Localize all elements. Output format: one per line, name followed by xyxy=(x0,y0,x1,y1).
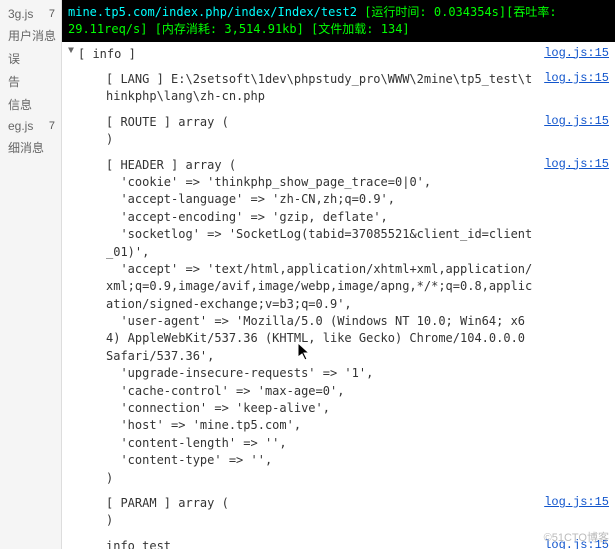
sidebar: 3g.js 7 用户消息 误 告 信息 eg.js 7 细消息 xyxy=(0,0,62,549)
source-link[interactable]: log.js:15 xyxy=(544,69,609,85)
log-entry: info test log.js:15 xyxy=(62,534,615,549)
group-label: [ info ] xyxy=(78,44,536,65)
group-info[interactable]: ▼ [ info ] log.js:15 xyxy=(62,42,615,67)
sidebar-item[interactable]: 误 xyxy=(0,47,61,70)
sidebar-item[interactable]: 细消息 xyxy=(0,136,61,159)
trace-header: mine.tp5.com/index.php/index/Index/test2… xyxy=(62,0,615,42)
sidebar-item[interactable]: 信息 xyxy=(0,93,61,116)
log-entry: [ PARAM ] array ( ) log.js:15 xyxy=(62,491,615,534)
trace-url: mine.tp5.com/index.php/index/Index/test2 xyxy=(68,5,357,19)
log-text: [ PARAM ] array ( ) xyxy=(78,493,536,532)
sidebar-item-label: 告 xyxy=(8,73,20,90)
log-text: [ ROUTE ] array ( ) xyxy=(78,112,536,151)
sidebar-item[interactable]: 告 xyxy=(0,70,61,93)
log-text: [ HEADER ] array ( 'cookie' => 'thinkphp… xyxy=(78,155,536,489)
watermark: ©51CTO博客 xyxy=(544,529,609,545)
source-link[interactable]: log.js:15 xyxy=(544,493,609,509)
sidebar-item-badge: 7 xyxy=(49,120,55,132)
sidebar-item-label: 用户消息 xyxy=(8,27,56,44)
source-link[interactable]: log.js:15 xyxy=(544,44,609,60)
source-link[interactable]: log.js:15 xyxy=(544,112,609,128)
sidebar-item[interactable]: 3g.js 7 xyxy=(0,4,61,24)
sidebar-item-label: 细消息 xyxy=(8,139,44,156)
log-text: [ LANG ] E:\2setsoft\1dev\phpstudy_pro\W… xyxy=(78,69,536,108)
log-area: ▼ [ info ] log.js:15 [ LANG ] E:\2setsof… xyxy=(62,42,615,549)
sidebar-item-label: 误 xyxy=(8,50,20,67)
sidebar-item-label: eg.js xyxy=(8,119,33,133)
log-entry: [ HEADER ] array ( 'cookie' => 'thinkphp… xyxy=(62,153,615,491)
log-entry: [ LANG ] E:\2setsoft\1dev\phpstudy_pro\W… xyxy=(62,67,615,110)
sidebar-item[interactable]: 用户消息 xyxy=(0,24,61,47)
trace-stats: 29.11req/s] [内存消耗: 3,514.91kb] [文件加载: 13… xyxy=(68,22,410,36)
sidebar-item-label: 信息 xyxy=(8,96,32,113)
sidebar-item[interactable]: eg.js 7 xyxy=(0,116,61,136)
source-link[interactable]: log.js:15 xyxy=(544,155,609,171)
sidebar-item-label: 3g.js xyxy=(8,7,33,21)
sidebar-item-badge: 7 xyxy=(49,8,55,20)
collapse-toggle-icon[interactable]: ▼ xyxy=(64,46,78,57)
trace-runtime: [运行时间: 0.034354s][吞吐率: xyxy=(357,5,557,19)
console-main: mine.tp5.com/index.php/index/Index/test2… xyxy=(62,0,615,549)
log-text: info test xyxy=(78,536,536,549)
log-entry: [ ROUTE ] array ( ) log.js:15 xyxy=(62,110,615,153)
